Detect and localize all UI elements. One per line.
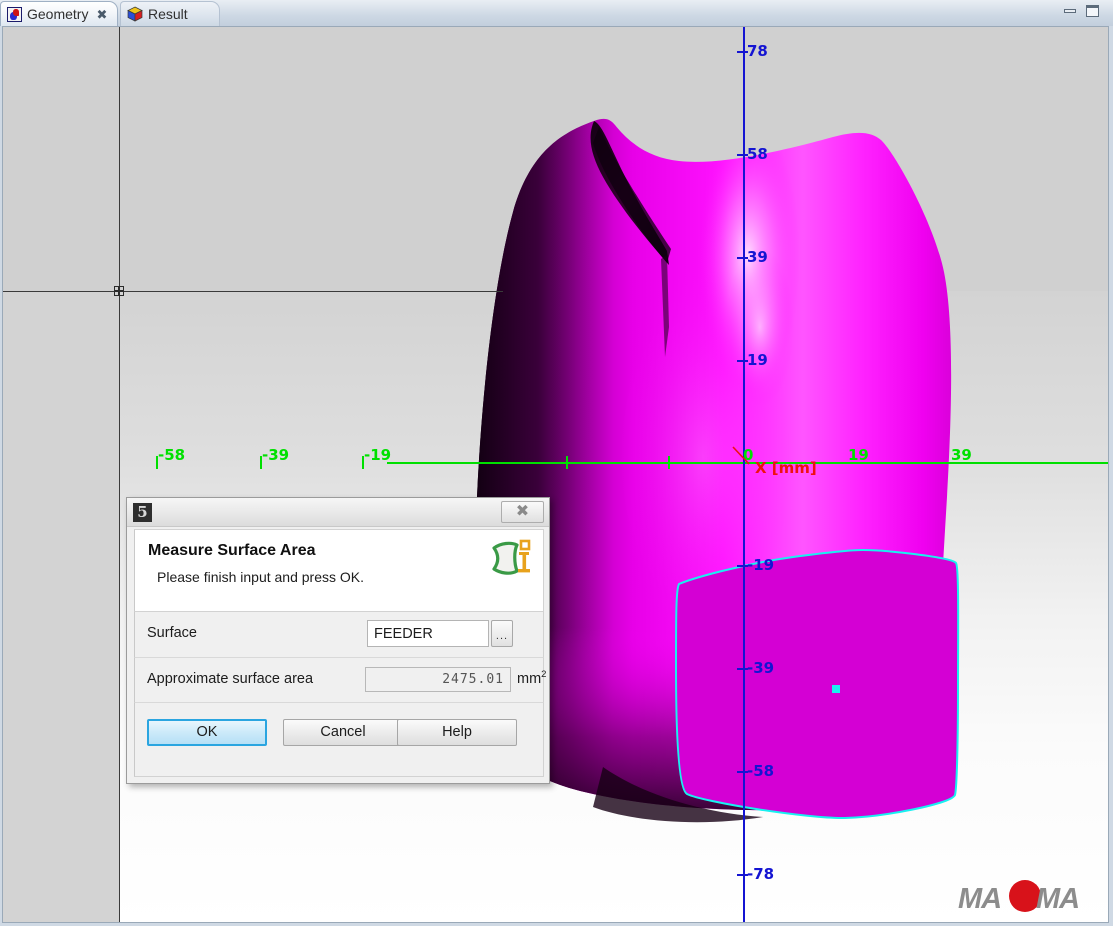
measure-surface-icon — [489, 536, 535, 582]
x-axis-label: -19 — [364, 446, 392, 464]
y-axis-label: 19 — [747, 351, 768, 369]
dialog-header: Measure Surface Area Please finish input… — [134, 529, 544, 612]
x-axis-tick — [668, 456, 670, 469]
x-axis-label: -58 — [158, 446, 186, 464]
x-axis-label: 39 — [951, 446, 972, 464]
dialog-title: Measure Surface Area — [148, 542, 316, 559]
cancel-button[interactable]: Cancel — [283, 719, 403, 746]
svg-text:MA: MA — [1036, 883, 1079, 914]
help-button[interactable]: Help — [397, 719, 517, 746]
geometry-viewport[interactable]: -58 -39 -19 0 19 39 X [mm] 78 58 39 19 -… — [2, 26, 1109, 923]
cube-icon — [127, 6, 143, 22]
y-axis-label: -39 — [747, 659, 775, 677]
approximate-surface-area-label: Approximate surface area — [147, 671, 314, 687]
dialog-row-area: Approximate surface area mm2 — [134, 657, 546, 702]
application-window: Geometry ✖ Result -58 -39 -19 0 19 39 X … — [0, 0, 1113, 926]
dialog-row-surface: Surface ... — [134, 612, 544, 657]
y-axis-label: -78 — [747, 865, 775, 883]
dialog-app-icon: 5 — [133, 503, 152, 522]
x-axis-title: X [mm] — [755, 459, 817, 477]
area-unit-label: mm2 — [517, 669, 546, 687]
casting-geometry-model[interactable] — [3, 27, 1109, 923]
y-axis-line — [743, 27, 745, 922]
tab-geometry[interactable]: Geometry ✖ — [0, 1, 118, 26]
svg-text:MA: MA — [958, 883, 1001, 914]
viewport-horizontal-divider-right — [119, 291, 503, 292]
tab-result[interactable]: Result — [120, 1, 220, 26]
origin-marker — [731, 445, 755, 467]
y-axis-label: 78 — [747, 42, 768, 60]
viewport-origin-crosshair[interactable] — [114, 286, 126, 298]
surface-input[interactable] — [367, 620, 489, 647]
viewport-horizontal-divider-left — [3, 291, 119, 292]
minimize-icon[interactable] — [1062, 4, 1079, 19]
tab-result-label: Result — [148, 6, 188, 22]
dialog-instruction: Please finish input and press OK. — [157, 569, 365, 585]
y-axis-label: 39 — [747, 248, 768, 266]
y-axis-label: -19 — [747, 556, 775, 574]
dialog-button-row: OK Cancel Help — [134, 702, 544, 777]
measure-surface-area-dialog[interactable]: 5 ✖ Measure Surface Area Please finish i… — [126, 497, 550, 784]
close-icon[interactable]: ✖ — [96, 8, 107, 21]
x-axis-label: 19 — [848, 446, 869, 464]
dialog-title-bar: 5 ✖ — [127, 498, 549, 527]
dialog-close-button[interactable]: ✖ — [501, 501, 544, 523]
x-axis-label: -39 — [262, 446, 290, 464]
viewport-vertical-divider — [119, 27, 120, 922]
svg-text:G: G — [1013, 883, 1035, 914]
y-axis-label: -58 — [747, 762, 775, 780]
selection-centroid-marker — [832, 685, 840, 693]
x-axis-tick — [566, 456, 568, 469]
area-unit-exponent: 2 — [541, 669, 547, 680]
approximate-surface-area-value — [365, 667, 511, 692]
ok-button[interactable]: OK — [147, 719, 267, 746]
area-unit-text: mm — [517, 670, 542, 687]
y-axis-label: 58 — [747, 145, 768, 163]
geometry-icon — [7, 6, 22, 22]
surface-browse-button[interactable]: ... — [491, 620, 513, 647]
maximize-icon[interactable] — [1084, 4, 1101, 19]
magma-logo: MA G MA — [958, 880, 1100, 914]
surface-label: Surface — [147, 625, 197, 641]
tab-geometry-label: Geometry — [27, 6, 89, 22]
tab-bar: Geometry ✖ Result — [0, 0, 1113, 26]
